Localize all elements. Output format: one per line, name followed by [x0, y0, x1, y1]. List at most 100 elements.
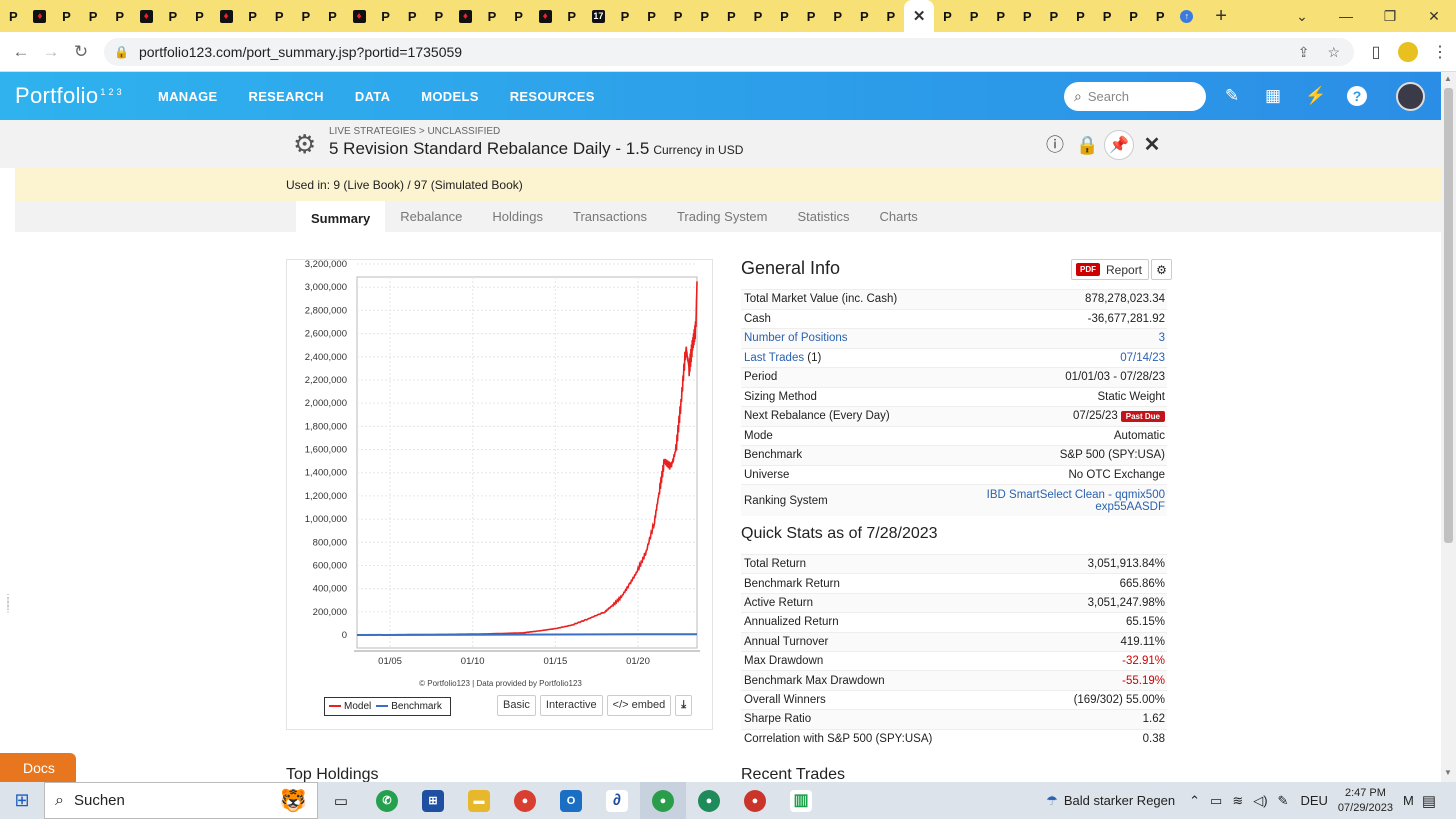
pin-strategy-icon[interactable]: 📌 [1104, 130, 1134, 160]
browser-tab[interactable]: P [319, 0, 346, 32]
task-view-icon[interactable]: ▭ [318, 782, 364, 819]
browser-tab[interactable]: P [1067, 0, 1094, 32]
user-avatar[interactable] [1396, 82, 1425, 111]
nav-research[interactable]: RESEARCH [249, 89, 324, 104]
pdf-report-button[interactable]: PDF Report [1071, 259, 1150, 280]
browser-tab[interactable]: P [479, 0, 506, 32]
browser-tab[interactable]: 17 [585, 0, 612, 32]
browser-tab[interactable]: ♦ [532, 0, 559, 32]
pin-icon[interactable]: ✎ [1221, 86, 1243, 106]
browser-tab[interactable]: P [691, 0, 718, 32]
resize-grip[interactable]: ⋮ ⋮ ⋮ ⋮ [4, 594, 12, 614]
battery-icon[interactable]: ▭ [1210, 793, 1222, 809]
browser-tab[interactable]: P [239, 0, 266, 32]
menu-kebab-icon[interactable]: ⋮ [1424, 42, 1456, 62]
browser-tab[interactable]: P [372, 0, 399, 32]
browser-tab[interactable]: P [1120, 0, 1147, 32]
basic-button[interactable]: Basic [497, 695, 536, 716]
share-icon[interactable]: ⇪ [1298, 44, 1310, 61]
minimize-icon[interactable]: — [1324, 0, 1368, 32]
browser-tab[interactable]: P [851, 0, 878, 32]
browser-tab[interactable]: P [293, 0, 320, 32]
browser-tab[interactable]: P [80, 0, 107, 32]
widget-icon[interactable]: M [1403, 793, 1414, 808]
browser-tab[interactable]: P [665, 0, 692, 32]
legend-benchmark[interactable]: Benchmark [376, 701, 442, 712]
row-label[interactable]: Last Trades (1) [744, 352, 821, 364]
browser-tab[interactable]: ♦ [27, 0, 54, 32]
tab-rebalance[interactable]: Rebalance [385, 201, 477, 232]
site-search-input[interactable]: ⌕ Search [1064, 82, 1206, 111]
nav-models[interactable]: MODELS [421, 89, 478, 104]
browser-tab[interactable]: P [1094, 0, 1121, 32]
browser-tab[interactable]: P [0, 0, 27, 32]
browser-tab[interactable]: P [186, 0, 213, 32]
app-icon[interactable]: ∂ [594, 782, 640, 819]
download-icon[interactable]: ⤓ [675, 695, 693, 716]
outlook-icon[interactable]: O [548, 782, 594, 819]
browser-tab[interactable]: P [878, 0, 905, 32]
browser-tab[interactable]: P [638, 0, 665, 32]
side-panel-icon[interactable]: ▯ [1360, 42, 1392, 62]
forward-icon[interactable]: → [36, 42, 66, 62]
lock-icon[interactable]: 🔒 [114, 45, 129, 59]
bookmark-star-icon[interactable]: ☆ [1327, 44, 1340, 61]
clock[interactable]: 2:47 PM 07/29/2023 [1338, 786, 1393, 816]
tab-transactions[interactable]: Transactions [558, 201, 662, 232]
reload-icon[interactable]: ↻ [66, 42, 96, 62]
browser-tab[interactable]: P [934, 0, 961, 32]
browser-tab[interactable]: ↑ [1174, 0, 1201, 32]
maximize-icon[interactable]: ❐ [1368, 0, 1412, 32]
browser-tab[interactable]: P [53, 0, 80, 32]
row-value[interactable]: 07/14/23 [1120, 352, 1165, 364]
browser-tab[interactable]: P [426, 0, 453, 32]
back-icon[interactable]: ← [6, 42, 36, 62]
chrome-icon[interactable]: ● [502, 782, 548, 819]
browser-tab[interactable]: P [505, 0, 532, 32]
tab-charts[interactable]: Charts [865, 201, 933, 232]
chrome-profile3-icon[interactable]: ● [732, 782, 778, 819]
apps-grid-icon[interactable]: ▦ [1262, 86, 1284, 106]
file-explorer-icon[interactable]: ▬ [456, 782, 502, 819]
browser-tab[interactable]: P [399, 0, 426, 32]
browser-tab[interactable]: P [745, 0, 772, 32]
browser-tab[interactable]: P [612, 0, 639, 32]
active-browser-tab[interactable]: ✕ [904, 0, 935, 32]
nav-data[interactable]: DATA [355, 89, 390, 104]
close-tab-icon[interactable]: ✕ [913, 9, 926, 24]
tab-holdings[interactable]: Holdings [477, 201, 558, 232]
taskbar-search[interactable]: ⌕ Suchen 🐯 [44, 782, 318, 819]
browser-tab[interactable]: P [160, 0, 187, 32]
windows-start-icon[interactable]: ⊞ [0, 790, 44, 811]
info-icon[interactable]: ⓘ [1044, 134, 1066, 156]
browser-tab[interactable]: P [987, 0, 1014, 32]
row-value[interactable]: 3 [1159, 332, 1165, 344]
tab-statistics[interactable]: Statistics [783, 201, 865, 232]
page-scrollbar[interactable]: ▲ ▼ [1441, 72, 1456, 782]
notifications-icon[interactable]: ▤ [1422, 792, 1436, 810]
tab-search-icon[interactable]: ⌄ [1280, 0, 1324, 32]
nav-resources[interactable]: RESOURCES [510, 89, 595, 104]
legend-model[interactable]: Model [329, 701, 371, 712]
language-indicator[interactable]: DEU [1300, 793, 1327, 808]
browser-tab[interactable]: P [771, 0, 798, 32]
chrome-profile2-icon[interactable]: ● [686, 782, 732, 819]
profile-avatar[interactable] [1398, 42, 1418, 62]
tab-trading-system[interactable]: Trading System [662, 201, 783, 232]
chart-app-icon[interactable]: ▥ [778, 782, 824, 819]
close-icon[interactable]: ✕ [1141, 134, 1163, 156]
new-tab-icon[interactable]: + [1208, 5, 1234, 28]
performance-chart[interactable]: 0 200,000 400,000 600,000 800,000 1,000,000 1,… [287, 260, 714, 690]
browser-tab[interactable]: P [798, 0, 825, 32]
settings-gear-icon[interactable]: ⚙ [293, 129, 316, 160]
row-label[interactable]: Number of Positions [744, 332, 848, 344]
row-value[interactable]: IBD SmartSelect Clean - qqmix500 exp55AAS… [987, 489, 1165, 513]
browser-tab[interactable]: P [718, 0, 745, 32]
browser-tab[interactable]: ♦ [452, 0, 479, 32]
portfolio123-logo[interactable]: Portfolio 1 2 3 [15, 83, 122, 109]
lightning-icon[interactable]: ⚡ [1305, 86, 1327, 106]
volume-icon[interactable]: ◁) [1253, 793, 1267, 809]
lock-icon[interactable]: 🔒 [1076, 134, 1098, 156]
browser-tab[interactable]: P [961, 0, 988, 32]
chrome-profile-icon[interactable]: ● [640, 782, 686, 819]
